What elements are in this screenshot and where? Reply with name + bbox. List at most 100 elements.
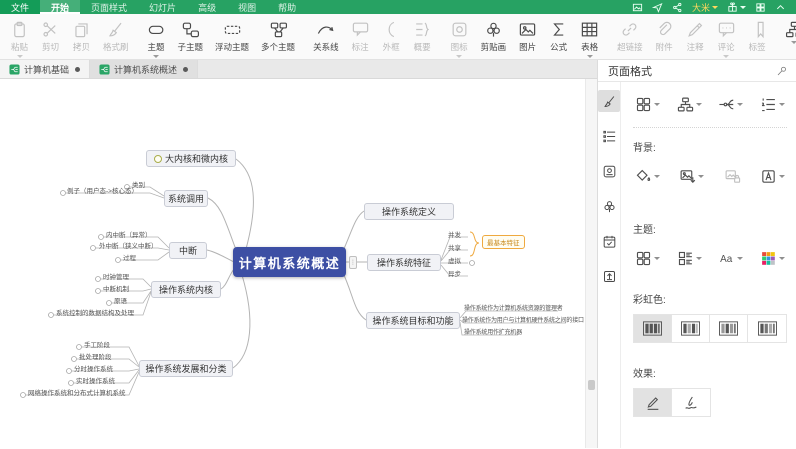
mindmap-leaf[interactable]: 实时操作系统 — [76, 375, 115, 385]
premium-menu[interactable] — [727, 2, 746, 13]
mindmap-leaf[interactable]: 内中断（异常） — [106, 229, 152, 239]
mindmap-leaf[interactable]: 分时操作系统 — [74, 363, 113, 373]
rail-format-brush-button[interactable] — [598, 90, 620, 112]
multi-topic-button[interactable]: 多个主题 — [255, 20, 301, 53]
root-topic[interactable]: 计算机系统概述 — [233, 247, 346, 277]
subtopic-button[interactable]: 子主题 — [172, 20, 210, 53]
mindmap-leaf[interactable]: 时钟管理 — [103, 271, 129, 281]
mindmap-topic[interactable]: 操作系统定义 — [364, 203, 454, 220]
marker-button[interactable]: 图标 — [444, 20, 475, 58]
boundary-button[interactable]: 外框 — [376, 20, 407, 53]
mindmap-topic[interactable]: 操作系统发展和分类 — [139, 360, 233, 377]
mindmap-leaf[interactable]: 外中断（狭义中断） — [99, 240, 158, 250]
numbering-button[interactable] — [758, 94, 787, 115]
background-text-button[interactable] — [758, 166, 787, 187]
mindmap-leaf[interactable]: 中断机制 — [103, 283, 129, 293]
mindmap-leaf[interactable]: 系统控制的数据结构及处理 — [56, 307, 134, 317]
rail-task-button[interactable] — [598, 230, 620, 252]
tag-button[interactable]: 标签 — [742, 20, 773, 53]
node-handle[interactable]: ⋮ — [349, 256, 357, 269]
mindmap-topic[interactable]: 大内核和微内核 — [146, 150, 236, 167]
copy-button[interactable]: 拷贝 — [66, 20, 97, 53]
mindmap-leaf[interactable]: 例子（用户态->核心态） — [67, 185, 138, 195]
theme-gallery-button[interactable] — [633, 248, 662, 269]
canvas-vertical-scrollbar[interactable] — [585, 79, 597, 448]
menu-slides[interactable]: 幻灯片 — [138, 0, 187, 14]
share-icon[interactable] — [672, 2, 683, 13]
style-gallery-button[interactable] — [633, 94, 662, 115]
mindmap-leaf[interactable]: 并发 — [448, 229, 461, 239]
rail-marker-button[interactable] — [598, 160, 620, 182]
menu-help[interactable]: 帮助 — [267, 0, 307, 14]
background-image-button[interactable] — [677, 166, 706, 187]
mindmap-topic[interactable]: 操作系统内核 — [151, 281, 221, 298]
window-image-icon[interactable] — [632, 2, 643, 13]
callout-label[interactable]: 最基本特征 — [482, 235, 525, 249]
formula-button[interactable]: 公式 — [543, 20, 574, 53]
collapse-ribbon-icon[interactable] — [775, 2, 786, 13]
mindmap-leaf[interactable]: 批处理阶段 — [79, 351, 112, 361]
layout-button[interactable] — [675, 94, 704, 115]
menu-home[interactable]: 开始 — [40, 0, 80, 14]
format-painter-button[interactable]: 格式刷 — [97, 20, 135, 53]
rainbow-option-1[interactable] — [634, 315, 672, 342]
structure-button[interactable] — [779, 20, 796, 44]
theme-font-button[interactable]: Aa — [716, 248, 745, 269]
mindmap-leaf[interactable]: 操作系统用作扩充机器 — [464, 327, 522, 336]
mindmap-topic[interactable]: 系统调用 — [164, 190, 208, 207]
rail-clipart-button[interactable] — [598, 195, 620, 217]
clipart-button[interactable]: 剪贴画 — [475, 20, 513, 53]
background-image-lock-button[interactable] — [722, 166, 743, 187]
rainbow-option-2[interactable] — [672, 315, 710, 342]
mindmap-leaf[interactable]: 过程 — [123, 252, 136, 262]
mindmap-topic[interactable]: 中断 — [169, 242, 207, 259]
relationship-button[interactable]: 关系线 — [307, 20, 345, 53]
scrollbar-thumb[interactable] — [588, 380, 595, 390]
mindmap-leaf[interactable]: 原语 — [114, 295, 127, 305]
page-format-panel: 页面格式 背景: — [597, 60, 796, 448]
mindmap-topic[interactable]: 操作系统目标和功能 — [366, 312, 460, 329]
branch-style-button[interactable] — [716, 94, 745, 115]
mindmap-leaf[interactable]: 共享 — [448, 242, 461, 252]
effect-option-pencil[interactable] — [634, 389, 672, 416]
mindmap-leaf[interactable]: 异步 — [448, 268, 461, 278]
cut-button[interactable]: 剪切 — [35, 20, 66, 53]
floating-topic-button[interactable]: 浮动主题 — [209, 20, 255, 53]
menu-page-style[interactable]: 页面样式 — [80, 0, 138, 14]
mindmap-leaf[interactable]: 操作系统作为用户与计算机硬件系统之间的接口 — [462, 315, 584, 324]
menu-advanced[interactable]: 高级 — [187, 0, 227, 14]
mindmap-leaf[interactable]: 网络操作系统和分布式计算机系统 — [28, 387, 126, 397]
paste-button[interactable]: 粘贴 — [4, 20, 35, 58]
mindmap-leaf[interactable]: 手工阶段 — [84, 339, 110, 349]
summary-button[interactable]: 概要 — [407, 20, 438, 53]
hyperlink-button[interactable]: 超链接 — [611, 20, 649, 53]
send-icon[interactable] — [652, 2, 663, 13]
note-button[interactable]: 注释 — [680, 20, 711, 53]
note-icon — [686, 20, 705, 39]
theme-layout-button[interactable] — [675, 248, 704, 269]
comment-button[interactable]: 评论 — [711, 20, 742, 58]
mindmap-leaf[interactable]: 虚拟 — [448, 255, 461, 265]
theme-color-button[interactable] — [758, 248, 787, 269]
menu-file[interactable]: 文件 — [0, 0, 40, 14]
callout-button[interactable]: 标注 — [345, 20, 376, 53]
rainbow-option-4[interactable] — [748, 315, 786, 342]
rail-outline-button[interactable] — [598, 125, 620, 147]
effect-option-sketch[interactable] — [672, 389, 710, 416]
doc-tab-computer-system-overview[interactable]: 计算机系统概述 — [90, 60, 198, 78]
mindmap-topic[interactable]: 操作系统特征 — [367, 254, 441, 271]
account-menu[interactable]: 大米 — [692, 1, 718, 14]
pin-icon[interactable] — [776, 65, 788, 77]
rail-export-button[interactable] — [598, 265, 620, 287]
rainbow-option-3[interactable] — [710, 315, 748, 342]
mindmap-leaf[interactable]: 操作系统作为计算机系统资源的管理者 — [464, 303, 563, 312]
topic-button[interactable]: 主题 — [141, 20, 172, 58]
background-fill-button[interactable] — [633, 166, 662, 187]
mindmap-canvas[interactable]: 计算机系统概述 ⋮ 大内核和微内核 系统调用 中断 操作系统内核 操作系统发展和… — [0, 79, 597, 448]
table-button[interactable]: 表格 — [574, 20, 605, 58]
attachment-button[interactable]: 附件 — [649, 20, 680, 53]
picture-button[interactable]: 图片 — [512, 20, 543, 53]
menu-view[interactable]: 视图 — [227, 0, 267, 14]
doc-tab-computer-basics[interactable]: 计算机基础 — [0, 60, 90, 78]
apps-grid-icon[interactable] — [755, 2, 766, 13]
